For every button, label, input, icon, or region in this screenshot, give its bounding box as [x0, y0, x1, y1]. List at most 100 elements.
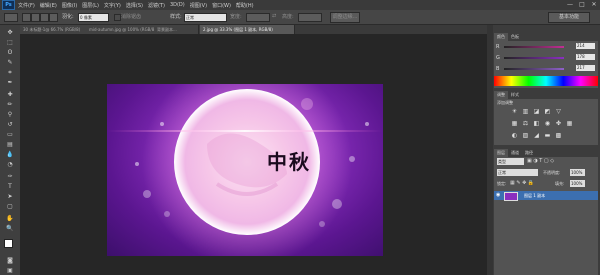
gradient-map-adjust-icon[interactable]: ▬ — [543, 132, 552, 140]
posterize-adjust-icon[interactable]: ▨ — [521, 132, 530, 140]
document-tabs: 30 未标题-1@ 66.7% (RGB/8) mid-autumn.jpg @… — [20, 25, 487, 34]
panel-icon-strip — [487, 25, 493, 275]
layer-row[interactable]: ◉ 图层 1 副本 — [494, 191, 598, 201]
menu-layer[interactable]: 图层(L) — [82, 2, 99, 9]
red-channel-value[interactable]: 214 — [576, 43, 595, 49]
threshold-adjust-icon[interactable]: ◢ — [532, 132, 541, 140]
antialias-checkbox[interactable] — [114, 14, 121, 21]
layer-name[interactable]: 图层 1 副本 — [524, 191, 545, 200]
menu-help[interactable]: 帮助(H) — [236, 2, 254, 9]
gradient-tool-icon[interactable]: ▤ — [5, 141, 15, 148]
tab-document-3[interactable]: 背景副本... — [154, 25, 199, 34]
foreground-color-swatch[interactable] — [4, 239, 13, 248]
feather-input[interactable]: 0 像素 — [78, 13, 109, 22]
blend-mode-select[interactable]: 正常 — [497, 169, 538, 176]
tab-styles[interactable]: 样式 — [508, 91, 522, 99]
blue-channel-label: B — [496, 66, 500, 72]
menu-view[interactable]: 视图(V) — [190, 2, 207, 9]
healing-brush-tool-icon[interactable]: ✚ — [5, 91, 15, 98]
move-tool-icon[interactable]: ✥ — [5, 29, 15, 36]
menu-3d[interactable]: 3D(D) — [170, 2, 185, 8]
fill-input[interactable]: 100% — [570, 180, 585, 187]
green-channel-track[interactable] — [504, 57, 564, 59]
tab-adjustments[interactable]: 调整 — [494, 91, 508, 99]
blur-tool-icon[interactable]: 💧 — [5, 151, 15, 158]
green-channel-value[interactable]: 178 — [576, 54, 595, 60]
lasso-tool-icon[interactable]: ʘ — [5, 49, 15, 56]
new-selection-icon[interactable] — [22, 13, 31, 22]
hand-tool-icon[interactable]: ✋ — [5, 215, 15, 222]
menu-select[interactable]: 选择(S) — [126, 2, 143, 9]
levels-adjust-icon[interactable]: ▥ — [521, 108, 530, 116]
menu-window[interactable]: 窗口(W) — [212, 2, 231, 9]
pen-tool-icon[interactable]: ✑ — [5, 173, 15, 180]
close-button[interactable]: ✕ — [589, 1, 599, 8]
opacity-input[interactable]: 100% — [570, 169, 585, 176]
red-channel-track[interactable] — [504, 46, 564, 48]
layer-filter-icons[interactable]: ▣ ◑ T ▢ ◇ — [527, 158, 554, 164]
blue-channel-track[interactable] — [504, 68, 564, 70]
tab-document-active[interactable]: 2.jpg @ 33.3% (图层 1 副本, RGB/8) — [200, 25, 295, 34]
channel-mixer-adjust-icon[interactable]: ✤ — [554, 120, 563, 128]
blue-channel-value[interactable]: 217 — [576, 65, 595, 71]
invert-adjust-icon[interactable]: ◐ — [510, 132, 519, 140]
brightness-adjust-icon[interactable]: ☀ — [510, 108, 519, 116]
dodge-tool-icon[interactable]: ◔ — [5, 161, 15, 168]
curves-adjust-icon[interactable]: ◪ — [532, 108, 541, 116]
hue-saturation-adjust-icon[interactable]: ▦ — [510, 120, 519, 128]
menu-image[interactable]: 图像(I) — [62, 2, 77, 9]
adjustments-title: 添加调整 — [497, 100, 513, 105]
eraser-tool-icon[interactable]: ▭ — [5, 131, 15, 138]
marquee-tool-preset-icon[interactable] — [4, 13, 18, 22]
vibrance-adjust-icon[interactable]: ▽ — [554, 108, 563, 116]
menu-type[interactable]: 文字(Y) — [104, 2, 121, 9]
lock-icons[interactable]: ▦ ✎ ✥ 🔒 — [510, 180, 534, 186]
selective-color-adjust-icon[interactable]: ▩ — [554, 132, 563, 140]
type-tool-icon[interactable]: T — [5, 183, 15, 190]
path-selection-tool-icon[interactable]: ➤ — [5, 193, 15, 200]
maximize-button[interactable]: □ — [577, 1, 587, 8]
crop-tool-icon[interactable]: ⌗ — [5, 69, 15, 76]
tab-document-2[interactable]: mid-autumn.jpg @ 100% (RGB/8) — [86, 25, 155, 34]
photo-filter-adjust-icon[interactable]: ◉ — [543, 120, 552, 128]
zoom-tool-icon[interactable]: 🔍 — [5, 225, 15, 232]
color-balance-adjust-icon[interactable]: ⚖ — [521, 120, 530, 128]
height-input[interactable] — [298, 13, 322, 22]
swap-icon[interactable]: ⇄ — [272, 13, 276, 19]
color-spectrum[interactable] — [494, 76, 598, 86]
tab-swatches[interactable]: 色板 — [508, 33, 522, 41]
width-input[interactable] — [246, 13, 270, 22]
moon-artwork — [107, 84, 383, 256]
subtract-selection-icon[interactable] — [40, 13, 49, 22]
style-select[interactable]: 正常 — [184, 13, 227, 22]
screen-mode-icon[interactable]: ▣ — [5, 267, 15, 274]
refine-edge-button[interactable]: 调整边缘... — [330, 12, 360, 23]
black-white-adjust-icon[interactable]: ◧ — [532, 120, 541, 128]
tab-paths[interactable]: 路径 — [522, 149, 536, 157]
brush-tool-icon[interactable]: ✏ — [5, 101, 15, 108]
tab-channels[interactable]: 通道 — [508, 149, 522, 157]
rect-marquee-tool-icon[interactable]: ⬚ — [5, 39, 15, 46]
history-brush-tool-icon[interactable]: ↺ — [5, 121, 15, 128]
add-selection-icon[interactable] — [31, 13, 40, 22]
tab-color[interactable]: 颜色 — [494, 33, 508, 41]
shape-tool-icon[interactable]: ▢ — [5, 203, 15, 210]
workspace-switcher[interactable]: 基本功能 — [548, 12, 590, 23]
tab-layers[interactable]: 图层 — [494, 149, 508, 157]
exposure-adjust-icon[interactable]: ◩ — [543, 108, 552, 116]
tab-document-1[interactable]: 30 未标题-1@ 66.7% (RGB/8) — [20, 25, 87, 34]
intersect-selection-icon[interactable] — [49, 13, 58, 22]
menu-file[interactable]: 文件(F) — [18, 2, 35, 9]
document-canvas[interactable]: 中秋 — [107, 84, 383, 256]
clone-stamp-tool-icon[interactable]: ⚲ — [5, 111, 15, 118]
menu-filter[interactable]: 滤镜(T) — [148, 2, 165, 9]
menu-edit[interactable]: 编辑(E) — [40, 2, 57, 9]
menu-bar: Ps 文件(F) 编辑(E) 图像(I) 图层(L) 文字(Y) 选择(S) 滤… — [0, 0, 600, 10]
visibility-eye-icon[interactable]: ◉ — [496, 191, 500, 200]
layer-filter-kind-select[interactable]: 类型 — [497, 158, 524, 165]
quick-select-tool-icon[interactable]: ✎ — [5, 59, 15, 66]
quick-mask-icon[interactable]: ◙ — [5, 257, 15, 264]
color-lookup-adjust-icon[interactable]: ▦ — [565, 120, 574, 128]
eyedropper-tool-icon[interactable]: ✒ — [5, 79, 15, 86]
minimize-button[interactable]: — — [565, 1, 575, 8]
